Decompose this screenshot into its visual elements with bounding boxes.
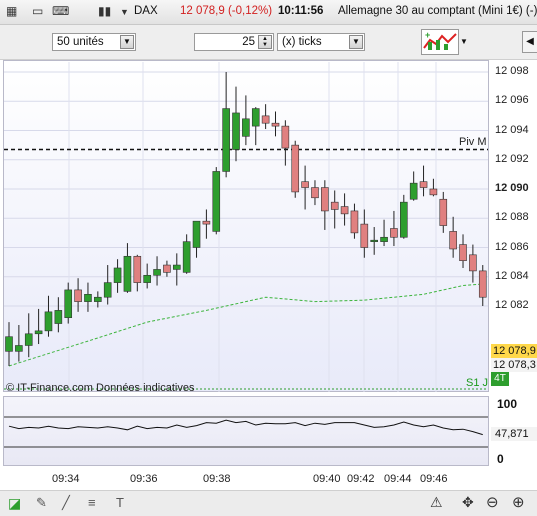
last-price-badge: 12 078,9 — [491, 344, 537, 358]
tick-count-value: 25 — [242, 36, 255, 48]
x-tick-label: 09:36 — [130, 473, 158, 485]
chart-toolbar: 50 unités ▼ 25 ▲ ▼ (x) ticks ▼ + ▼ ◀ — [0, 25, 537, 60]
y-tick-label: 12 090 — [495, 182, 529, 194]
line-tool-icon[interactable]: ╱ — [62, 495, 70, 511]
clock-time: 10:11:56 — [278, 5, 324, 17]
drawing-icon[interactable]: ✎ — [36, 495, 47, 511]
y-tick-label: 12 088 — [495, 211, 529, 224]
x-tick-label: 09:46 — [420, 473, 448, 485]
text-tool-icon[interactable]: T — [116, 495, 124, 510]
y-tick-label: 12 094 — [495, 123, 529, 136]
y-tick-label: 12 092 — [495, 152, 529, 165]
watermark: © IT-Finance.com Données indicatives — [6, 382, 195, 394]
candle-icon[interactable]: ▮▮ — [98, 4, 111, 18]
bottom-toolbar: ◪ ✎ ╱ ≡ T ⚠ ✥ ⊖ ⊕ — [0, 490, 537, 516]
instrument-description: Allemagne 30 au comptant (Mini 1€) (-) — [338, 5, 537, 17]
side-panel-icon[interactable]: ◀ — [522, 31, 537, 53]
indicator-icon[interactable]: + — [421, 29, 459, 55]
fibonacci-icon[interactable]: ≡ — [88, 495, 96, 510]
y-tick-label: 12 082 — [495, 299, 529, 311]
tick-unit-select[interactable]: (x) ticks ▼ — [277, 33, 365, 51]
chart-type-icon[interactable]: ◪ — [8, 495, 21, 512]
second-price-badge: 12 078,3 — [491, 358, 537, 372]
svg-text:+: + — [425, 30, 430, 40]
title-bar: ▦ ▭ ⌨ ▮▮ ▼ DAX 12 078,9 (-0,12%) 10:11:5… — [0, 0, 537, 25]
oscillator-level-bottom: 0 — [497, 452, 504, 466]
support-label: S1 J — [466, 377, 489, 389]
quantity-value: 50 unités — [57, 36, 104, 48]
quantity-select[interactable]: 50 unités ▼ — [52, 33, 136, 51]
zoom-out-icon[interactable]: ⊖ — [486, 493, 499, 511]
zoom-in-icon[interactable]: ⊕ — [512, 493, 525, 511]
x-tick-label: 09:34 — [52, 473, 80, 485]
oscillator-level-top: 100 — [497, 397, 518, 411]
x-tick-label: 09:44 — [384, 473, 412, 485]
pivot-label: Piv M — [459, 136, 487, 148]
y-tick-label: 12 084 — [495, 269, 529, 282]
layout-icon[interactable]: ▭ — [32, 4, 43, 18]
oscillator-panel[interactable] — [3, 396, 489, 466]
move-icon[interactable]: ✥ — [462, 494, 474, 511]
spinner-icon[interactable]: ▲ ▼ — [258, 35, 272, 49]
grid-icon[interactable]: ▦ — [6, 4, 17, 18]
y-tick-label: 12 096 — [495, 94, 529, 107]
tick-unit-value: (x) ticks — [282, 36, 322, 48]
oscillator-value: 47,871 — [491, 427, 537, 441]
chevron-down-icon[interactable]: ▼ — [120, 35, 134, 49]
tick-count-input[interactable]: 25 ▲ ▼ — [194, 33, 274, 51]
chevron-down-icon[interactable]: ▼ — [460, 33, 469, 51]
dropdown-arrow-icon[interactable]: ▼ — [120, 7, 129, 17]
keyboard-icon[interactable]: ⌨ — [52, 4, 69, 18]
x-tick-label: 09:40 — [313, 473, 341, 485]
chevron-down-icon[interactable]: ▼ — [349, 35, 363, 49]
instrument-name[interactable]: DAX — [134, 5, 158, 17]
y-tick-label: 12 086 — [495, 240, 529, 253]
position-badge: 4T — [491, 372, 509, 386]
x-tick-label: 09:38 — [203, 473, 231, 485]
price-change: 12 078,9 (-0,12%) — [180, 5, 273, 17]
x-tick-label: 09:42 — [347, 473, 375, 485]
price-chart-panel[interactable] — [3, 60, 489, 392]
y-tick-label: 12 098 — [495, 65, 529, 77]
alert-icon[interactable]: ⚠ — [430, 494, 443, 511]
